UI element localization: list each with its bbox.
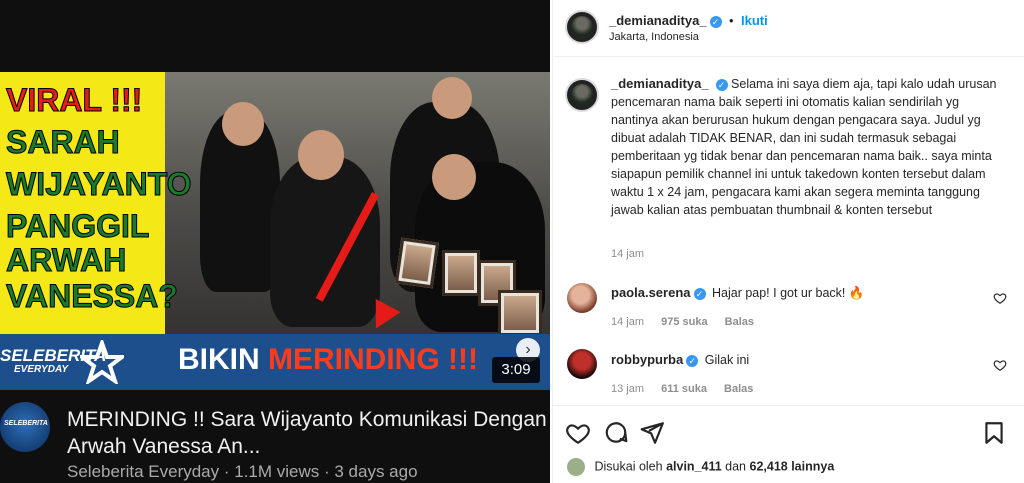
liked-prefix: Disukai oleh <box>594 459 663 474</box>
comment-bubble-icon[interactable] <box>603 420 629 446</box>
comment-time: 14 jam <box>611 316 645 328</box>
face-woman <box>298 130 344 180</box>
person-woman <box>270 157 380 327</box>
follow-button[interactable]: Ikuti <box>741 13 768 28</box>
post-location[interactable]: Jakarta, Indonesia <box>609 31 699 43</box>
reply-button[interactable]: Balas <box>724 383 753 395</box>
headline-panel: VIRAL !!! SARAH WIJAYANTO PANGGIL ARWAH … <box>0 72 192 334</box>
channel-avatar-text: SELEBERITA <box>4 420 48 427</box>
video-thumbnail[interactable]: VIRAL !!! SARAH WIJAYANTO PANGGIL ARWAH … <box>0 72 550 390</box>
likes-summary: Disukai oleh alvin_411 dan 62,418 lainny… <box>567 458 834 476</box>
reply-button[interactable]: Balas <box>725 316 754 328</box>
band-text-red: MERINDING !!! <box>268 343 478 376</box>
headline-line: WIJAYANTO <box>6 166 193 203</box>
face-right <box>432 154 476 200</box>
verified-badge-icon: ✓ <box>709 16 722 28</box>
video-duration: 3:09 <box>492 357 540 383</box>
face-back <box>432 77 472 119</box>
liked-mid: dan <box>725 459 747 474</box>
author-avatar[interactable] <box>565 10 599 44</box>
heart-icon[interactable] <box>993 291 1007 305</box>
liker-avatar[interactable] <box>567 458 585 476</box>
author-username[interactable]: _demianaditya_ <box>609 13 707 28</box>
headline-line: VANESSA? <box>6 278 179 315</box>
photo-frame <box>442 250 480 296</box>
commenter-avatar[interactable] <box>567 349 597 379</box>
caption-time: 14 jam <box>611 248 645 260</box>
caption-avatar[interactable] <box>565 78 599 112</box>
comment-body: robbypurba ✓ Gilak ini <box>611 352 749 367</box>
comment-text: Gilak ini <box>704 353 750 367</box>
headline-line: VIRAL !!! <box>5 82 143 119</box>
face-left <box>222 102 264 146</box>
verified-badge-icon: ✓ <box>715 79 728 91</box>
channel-avatar[interactable]: SELEBERITA <box>0 402 50 452</box>
comment-body: paola.serena ✓ Hajar pap! I got ur back! … <box>611 285 864 301</box>
author-line: _demianaditya_ ✓ • Ikuti <box>609 12 768 30</box>
post-header: _demianaditya_ ✓ • Ikuti Jakarta, Indones… <box>553 0 1024 57</box>
post-actions: Disukai oleh alvin_411 dan 62,418 lainny… <box>553 405 1024 483</box>
comment-item: robbypurba ✓ Gilak ini 13 jam 611 suka Ba… <box>553 349 1024 412</box>
photo-frame <box>394 237 440 289</box>
share-send-icon[interactable] <box>639 420 665 446</box>
like-heart-icon[interactable] <box>565 420 591 446</box>
band-headline: BIKIN MERINDING !!! <box>178 343 478 377</box>
comment-meta: 14 jam 975 suka Balas <box>611 316 768 328</box>
brand-sub: EVERYDAY <box>14 364 69 375</box>
comment-username[interactable]: robbypurba <box>611 352 683 367</box>
band-text-white: BIKIN <box>178 343 260 376</box>
commenter-avatar[interactable] <box>567 283 597 313</box>
separator-dot: • <box>729 13 734 28</box>
star-icon <box>80 340 124 384</box>
liked-count[interactable]: 62,418 lainnya <box>750 459 835 473</box>
headline-line: PANGGIL <box>5 208 150 245</box>
post-panel: _demianaditya_ ✓ • Ikuti Jakarta, Indones… <box>552 0 1024 483</box>
comment-likes[interactable]: 975 suka <box>661 316 707 328</box>
comment-item: paola.serena ✓ Hajar pap! I got ur back! … <box>553 283 1024 345</box>
caption-username[interactable]: _demianaditya_ <box>611 76 709 91</box>
comment-text: Hajar pap! I got ur back! 🔥 <box>711 286 865 300</box>
video-panel: VIRAL !!! SARAH WIJAYANTO PANGGIL ARWAH … <box>0 0 550 483</box>
verified-badge-icon: ✓ <box>686 355 699 367</box>
heart-icon[interactable] <box>993 358 1007 372</box>
headline-line: ARWAH <box>5 242 127 279</box>
video-info: SELEBERITA MERINDING !! Sara Wijayanto K… <box>0 398 550 483</box>
comment-time: 13 jam <box>611 383 645 395</box>
headline-line: SARAH <box>6 124 121 161</box>
photo-frame <box>498 290 542 336</box>
bookmark-icon[interactable] <box>981 420 1007 446</box>
comment-meta: 13 jam 611 suka Balas <box>611 383 767 395</box>
verified-badge-icon: ✓ <box>693 288 706 300</box>
video-title[interactable]: MERINDING !! Sara Wijayanto Komunikasi D… <box>67 406 547 460</box>
brand-logo: SELEBERITA EVERYDAY <box>0 342 150 382</box>
liked-user[interactable]: alvin_411 <box>666 459 722 473</box>
caption-text: _demianaditya_ ✓ Selama ini saya diem aja… <box>611 75 1007 219</box>
comment-username[interactable]: paola.serena <box>611 285 691 300</box>
comment-likes[interactable]: 611 suka <box>661 383 707 395</box>
caption-body: Selama ini saya diem aja, tapi kalo udah… <box>611 77 997 217</box>
video-meta: Seleberita Everyday · 1.1M views · 3 day… <box>67 462 418 481</box>
